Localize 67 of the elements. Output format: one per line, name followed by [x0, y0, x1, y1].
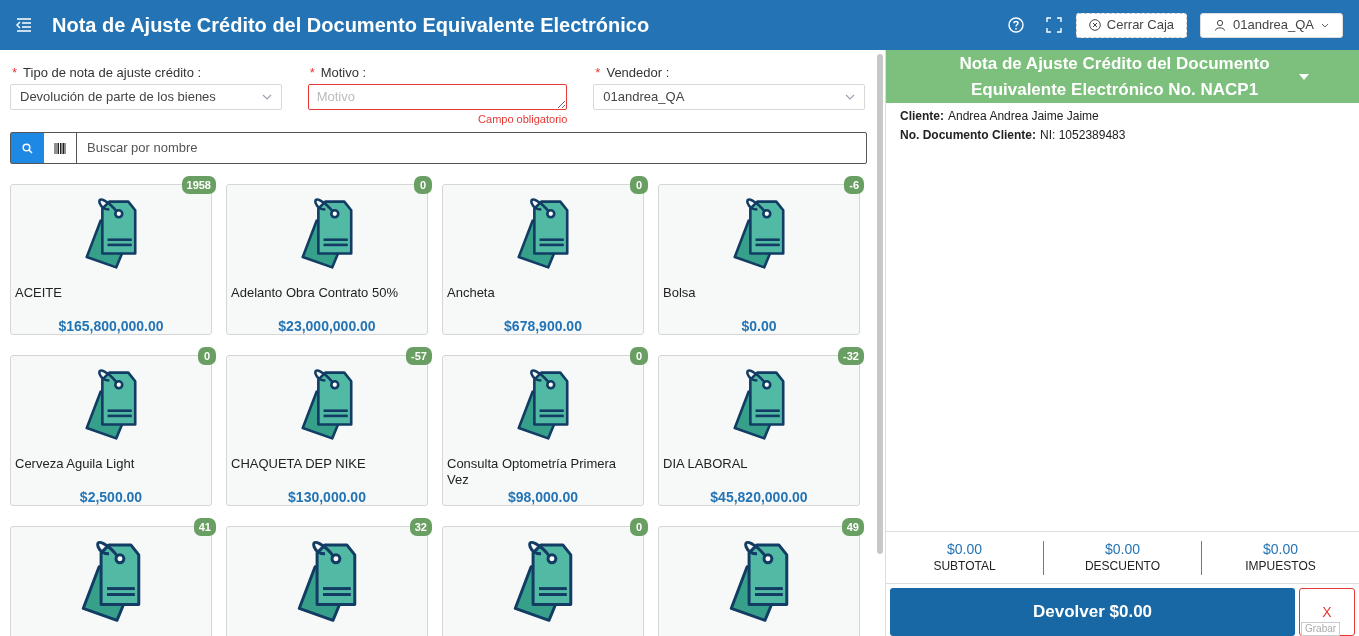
required-mark: * [308, 64, 316, 83]
stock-badge: 1958 [181, 176, 216, 194]
error-message: Campo obligatorio [478, 112, 568, 126]
stock-badge: 32 [409, 518, 432, 536]
input-field[interactable]: Motivo [307, 84, 568, 110]
close-register-button[interactable]: Cerrar Caja [1075, 12, 1188, 38]
select-field[interactable]: Devolución de parte de los bienes [10, 84, 282, 110]
product-name: Ancheta [447, 285, 496, 302]
return-button[interactable]: Devolver $0.00 [890, 588, 1295, 636]
product-price: $98,000.00 [507, 489, 579, 505]
fullscreen-icon[interactable] [1045, 17, 1062, 33]
stock-badge: 0 [630, 176, 648, 194]
dropdown-icon [1299, 73, 1309, 80]
product-name: Bolsa [663, 285, 697, 302]
field-label: Motivo : [320, 64, 367, 83]
document-title: Nota de Ajuste Crédito del Documento Equivalente Electrónico No. NACP1 [958, 52, 1271, 101]
scrollbar[interactable] [877, 54, 883, 554]
help-icon[interactable] [1007, 17, 1024, 33]
total-label: IMPUESTOS [1245, 557, 1316, 575]
caret-icon [1321, 22, 1329, 28]
product-name: Cerveza Aguila Light [15, 456, 136, 473]
required-mark: * [594, 64, 602, 83]
select-field[interactable]: 01andrea_QA [593, 84, 865, 110]
search-button[interactable] [11, 133, 44, 163]
chevron-down-icon [845, 94, 855, 100]
required-mark: * [11, 64, 19, 83]
product-name: Consulta Optometría Primera Vez [447, 456, 618, 489]
stock-badge: 0 [630, 347, 648, 365]
barcode-icon [54, 142, 66, 154]
chevron-down-icon [261, 94, 272, 100]
product-price: $2,500.00 [79, 489, 143, 505]
field-label: Vendedor : [606, 64, 670, 83]
product-price: $678,900.00 [504, 318, 582, 334]
product-name: ACEITE [15, 285, 63, 302]
tooltip: Grabar [1301, 622, 1341, 636]
product-price: $23,000,000.00 [278, 318, 376, 334]
menu-icon[interactable] [16, 18, 32, 32]
product-price: $165,800,000.00 [58, 318, 164, 334]
stock-badge: -57 [406, 347, 432, 365]
page-title: Nota de Ajuste Crédito del Documento Equivalente Electrónico [52, 13, 650, 38]
total-amount: $0.00 [1104, 540, 1140, 558]
stock-badge: 0 [630, 518, 648, 536]
total-label: DESCUENTO [1084, 557, 1161, 575]
product-name: Adelanto Obra Contrato 50% [231, 285, 399, 302]
close-circle-icon [1088, 19, 1101, 31]
product-price: $0.00 [741, 318, 777, 334]
stock-badge: 0 [198, 347, 216, 365]
stock-badge: -32 [838, 347, 864, 365]
stock-badge: -6 [844, 176, 864, 194]
total-amount: $0.00 [1262, 540, 1298, 558]
stock-badge: 0 [414, 176, 432, 194]
user-icon [1214, 19, 1227, 31]
detail-label: No. Documento Cliente: [900, 127, 1036, 144]
product-name: CHAQUETA DEP NIKE [231, 456, 367, 473]
total-label: SUBTOTAL [933, 557, 996, 575]
product-name: DIA LABORAL [663, 456, 749, 473]
product-price: $45,820,000.00 [710, 489, 808, 505]
search-icon [22, 142, 33, 154]
detail-value: NI: 1052389483 [1040, 127, 1126, 144]
stock-badge: 41 [193, 518, 216, 536]
total-amount: $0.00 [946, 540, 982, 558]
product-price: $130,000.00 [288, 489, 366, 505]
user-menu-button[interactable]: 01andrea_QA [1200, 12, 1343, 38]
field-label: Tipo de nota de ajuste crédito : [23, 64, 202, 83]
detail-label: Cliente: [900, 108, 944, 125]
stock-badge: 49 [841, 518, 864, 536]
detail-value: Andrea Andrea Jaime Jaime [948, 108, 1099, 125]
